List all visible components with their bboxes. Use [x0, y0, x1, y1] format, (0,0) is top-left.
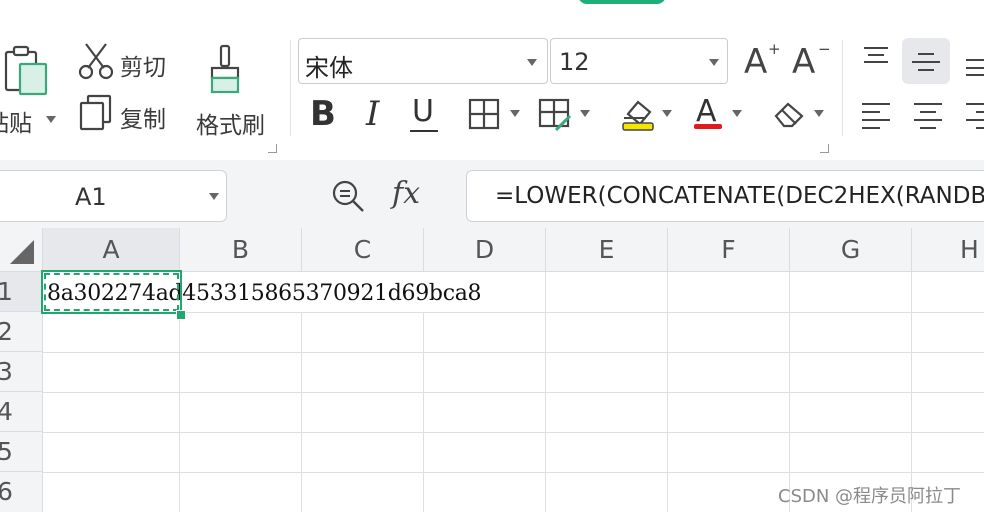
shrink-font-label: A	[792, 42, 816, 82]
row-header-3[interactable]: 3	[0, 352, 43, 392]
fill-color-button[interactable]	[620, 96, 678, 136]
ribbon-separator	[290, 40, 291, 136]
cell-style-icon	[538, 98, 572, 132]
paste-label: 粘贴	[0, 111, 32, 137]
eraser-icon	[774, 102, 804, 128]
column-header-b[interactable]: B	[180, 228, 302, 272]
font-color-button[interactable]: A	[694, 94, 750, 134]
grid-line	[179, 312, 180, 512]
clear-format-button[interactable]	[772, 98, 828, 134]
align-top-button[interactable]	[860, 44, 892, 76]
font-size-select[interactable]: 12	[550, 38, 728, 84]
grid-line	[43, 352, 984, 353]
grid-line	[43, 432, 984, 433]
align-center-button[interactable]	[912, 100, 944, 132]
align-left-button[interactable]	[860, 100, 892, 132]
column-header-f[interactable]: F	[668, 228, 790, 272]
cell-style-button[interactable]	[538, 98, 594, 134]
ribbon-separator	[842, 40, 843, 136]
align-middle-icon	[912, 53, 940, 71]
font-group-expander[interactable]	[820, 144, 829, 153]
paste-dropdown-icon[interactable]	[46, 116, 56, 123]
grid-line	[43, 392, 984, 393]
column-header-d[interactable]: D	[424, 228, 546, 272]
align-right-button[interactable]	[964, 100, 984, 132]
row-header-5[interactable]: 5	[0, 432, 43, 472]
cell-style-dropdown-icon	[580, 110, 590, 117]
align-left-icon	[862, 103, 890, 129]
select-all-triangle-icon	[10, 240, 34, 264]
font-name-dropdown-icon	[527, 59, 537, 66]
font-color-dropdown-icon	[732, 110, 742, 117]
cut-label: 剪切	[120, 55, 166, 81]
copy-label: 复制	[120, 107, 166, 133]
underline-label: U	[412, 94, 434, 129]
watermark-text: CSDN @程序员阿拉丁	[778, 486, 962, 507]
grid-line	[423, 312, 424, 512]
align-center-icon	[914, 103, 942, 129]
formula-input[interactable]: =LOWER(CONCATENATE(DEC2HEX(RANDB	[466, 170, 984, 222]
italic-button[interactable]: I	[366, 94, 379, 134]
format-painter-button[interactable]: 格式刷	[190, 42, 270, 139]
font-size-dropdown-icon	[709, 59, 719, 66]
clipboard-group-expander[interactable]	[268, 144, 277, 153]
fill-color-dropdown-icon	[662, 110, 672, 117]
active-tab-indicator	[578, 0, 666, 4]
bold-button[interactable]: B	[310, 94, 336, 134]
plus-icon: +	[768, 40, 781, 58]
clear-dropdown-icon	[814, 110, 824, 117]
grow-font-label: A	[744, 42, 768, 82]
format-painter-label: 格式刷	[196, 113, 265, 139]
copy-icon	[79, 94, 112, 131]
grid-line	[667, 272, 668, 512]
name-box[interactable]: A1	[0, 170, 227, 222]
align-middle-button[interactable]	[902, 38, 950, 84]
name-box-value: A1	[75, 183, 107, 211]
grid-line	[43, 472, 984, 473]
formula-text: =LOWER(CONCATENATE(DEC2HEX(RANDB	[495, 183, 984, 209]
font-color-bar	[694, 124, 722, 129]
align-bottom-icon	[966, 59, 984, 76]
scissors-icon	[78, 43, 114, 80]
align-bottom-button[interactable]	[962, 50, 984, 82]
underline-bar	[410, 130, 438, 132]
cut-button[interactable]: 剪切	[78, 42, 174, 82]
font-name-select[interactable]: 宋体	[298, 38, 548, 84]
copy-marquee	[44, 273, 179, 311]
column-header-a[interactable]: A	[43, 228, 180, 272]
row-header-1[interactable]: 1	[0, 272, 43, 312]
border-grid-icon	[468, 98, 500, 130]
brush-icon	[210, 44, 240, 94]
insert-function-button[interactable]: fx	[392, 176, 420, 211]
borders-button[interactable]	[468, 98, 524, 134]
copy-button[interactable]: 复制	[78, 94, 174, 134]
name-box-dropdown-icon[interactable]	[209, 193, 219, 200]
select-all-corner[interactable]	[0, 228, 43, 272]
grid-line	[789, 272, 790, 512]
underline-button[interactable]: U	[408, 94, 442, 134]
borders-dropdown-icon	[510, 110, 520, 117]
shrink-font-button[interactable]: A −	[792, 40, 831, 84]
column-header-g[interactable]: G	[790, 228, 912, 272]
row-header-6[interactable]: 6	[0, 472, 43, 512]
row-header-2[interactable]: 2	[0, 312, 43, 352]
column-header-c[interactable]: C	[302, 228, 424, 272]
row-header-4[interactable]: 4	[0, 392, 43, 432]
column-header-h[interactable]: H	[912, 228, 984, 272]
grid-line	[545, 272, 546, 512]
clipboard-icon	[4, 45, 48, 96]
minus-icon: −	[818, 40, 831, 58]
grid-line	[301, 312, 302, 512]
font-size-value: 12	[559, 48, 590, 76]
grow-font-button[interactable]: A +	[744, 40, 781, 84]
zoom-icon[interactable]	[330, 178, 366, 214]
align-right-icon	[966, 103, 984, 129]
align-top-icon	[864, 47, 888, 63]
font-name-value: 宋体	[305, 54, 353, 82]
grid-line	[911, 272, 912, 512]
paint-bucket-icon	[622, 100, 654, 131]
paste-button[interactable]: 粘贴	[0, 40, 60, 140]
fill-handle[interactable]	[176, 310, 186, 320]
column-header-e[interactable]: E	[546, 228, 668, 272]
